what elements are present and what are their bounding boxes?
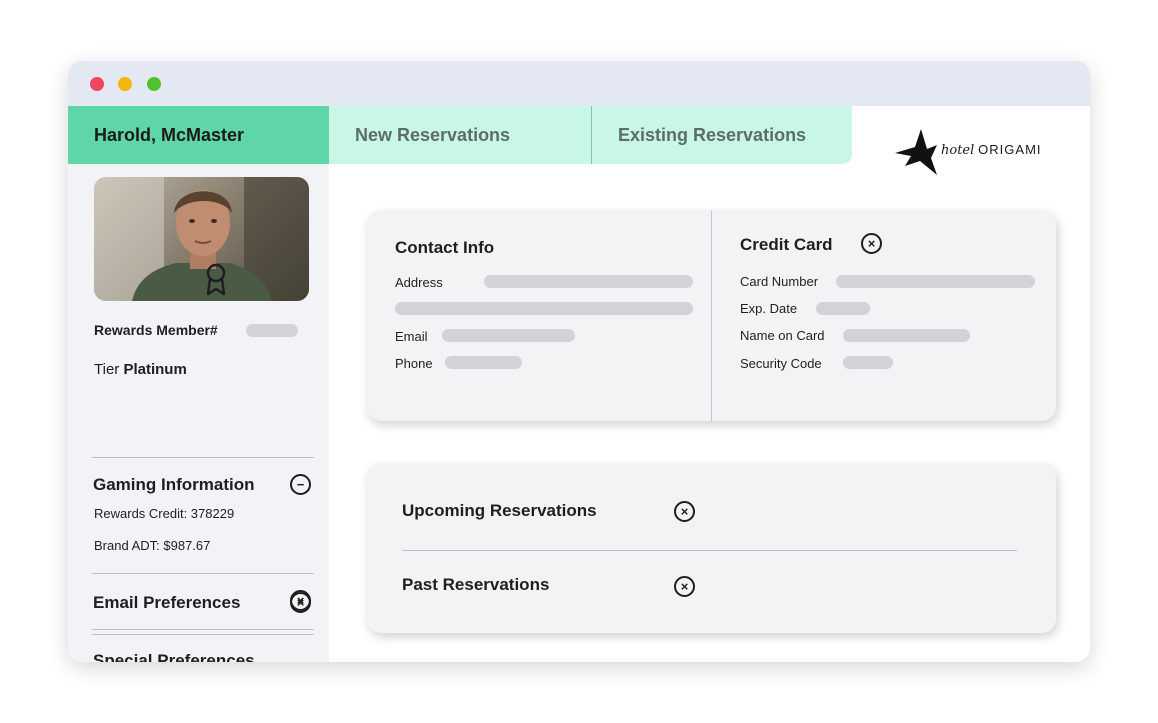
email-value (442, 329, 575, 342)
guest-portrait-icon (94, 177, 309, 301)
window-minimize-dot[interactable] (118, 77, 132, 91)
card-number-label: Card Number (740, 274, 819, 289)
close-special-preferences-icon[interactable]: × (290, 590, 311, 611)
contact-credit-card: Contact Info Address Email Phone Credit … (367, 210, 1056, 421)
user-name: Harold, McMaster (94, 124, 245, 145)
tab-existing-reservations[interactable]: Existing Reservations (591, 106, 852, 164)
card-number-value (836, 275, 1035, 288)
close-past-reservations-icon[interactable]: × (674, 576, 695, 597)
security-code-label: Security Code (740, 356, 822, 371)
credit-card-title: Credit Card (740, 235, 833, 254)
upcoming-reservations-title[interactable]: Upcoming Reservations (402, 501, 597, 521)
tab-new-reservations-label: New Reservations (355, 124, 511, 145)
title-bar (68, 61, 1090, 106)
rewards-member-label: Rewards Member# (94, 322, 218, 338)
email-preferences-title: Email Preferences (93, 593, 241, 612)
reservations-card: Upcoming Reservations × Past Reservation… (367, 463, 1056, 633)
brand-adt-text: Brand ADT: $987.67 (94, 538, 211, 553)
gaming-info-title: Gaming Information (93, 475, 255, 494)
hotel-logo: hotel ORIGAMI (893, 126, 1053, 180)
logo-brand-text: ORIGAMI (978, 142, 1042, 157)
security-code-value (843, 356, 893, 369)
contact-card-divider (711, 210, 712, 421)
sidebar-divider-3 (92, 634, 314, 635)
sidebar-divider-4 (92, 629, 314, 630)
profile-sidebar: Rewards Member# Tier Platinum Gaming Inf… (68, 164, 329, 662)
sidebar-divider-1 (92, 457, 314, 458)
phone-value (445, 356, 522, 369)
window-maximize-dot[interactable] (147, 77, 161, 91)
tier-prefix: Tier (94, 361, 120, 378)
address-line-1-value (484, 275, 693, 288)
ribbon-award-icon (206, 263, 226, 296)
name-on-card-label: Name on Card (740, 328, 825, 343)
phone-label: Phone (395, 356, 433, 371)
tier-label: Tier Platinum (94, 361, 187, 378)
logo-script-text: hotel (941, 143, 975, 158)
name-on-card-value (843, 329, 970, 342)
tab-existing-reservations-label: Existing Reservations (618, 124, 807, 145)
close-credit-card-icon[interactable]: × (861, 233, 882, 254)
rewards-credit-text: Rewards Credit: 378229 (94, 506, 235, 521)
past-reservations-title[interactable]: Past Reservations (402, 575, 549, 595)
reservations-divider (402, 550, 1017, 551)
email-label: Email (395, 329, 428, 344)
rewards-member-value (246, 324, 298, 337)
user-name-tab[interactable]: Harold, McMaster (68, 106, 329, 164)
window-close-dot[interactable] (90, 77, 104, 91)
collapse-gaming-icon[interactable]: − (290, 474, 311, 495)
tab-new-reservations[interactable]: New Reservations (329, 106, 591, 164)
exp-date-label: Exp. Date (740, 301, 798, 316)
exp-date-value (816, 302, 870, 315)
contact-info-title: Contact Info (395, 238, 495, 257)
tier-value: Platinum (123, 361, 187, 378)
special-preferences-title: Special Preferences (93, 651, 255, 662)
close-upcoming-reservations-icon[interactable]: × (674, 501, 695, 522)
guest-photo (94, 177, 309, 301)
sidebar-divider-2 (92, 573, 314, 574)
hotel-logo-text: hotel ORIGAMI (941, 141, 1042, 158)
address-line-2-value (395, 302, 693, 315)
address-label: Address (395, 275, 443, 290)
app-window: Harold, McMaster New Reservations Existi… (68, 61, 1090, 662)
